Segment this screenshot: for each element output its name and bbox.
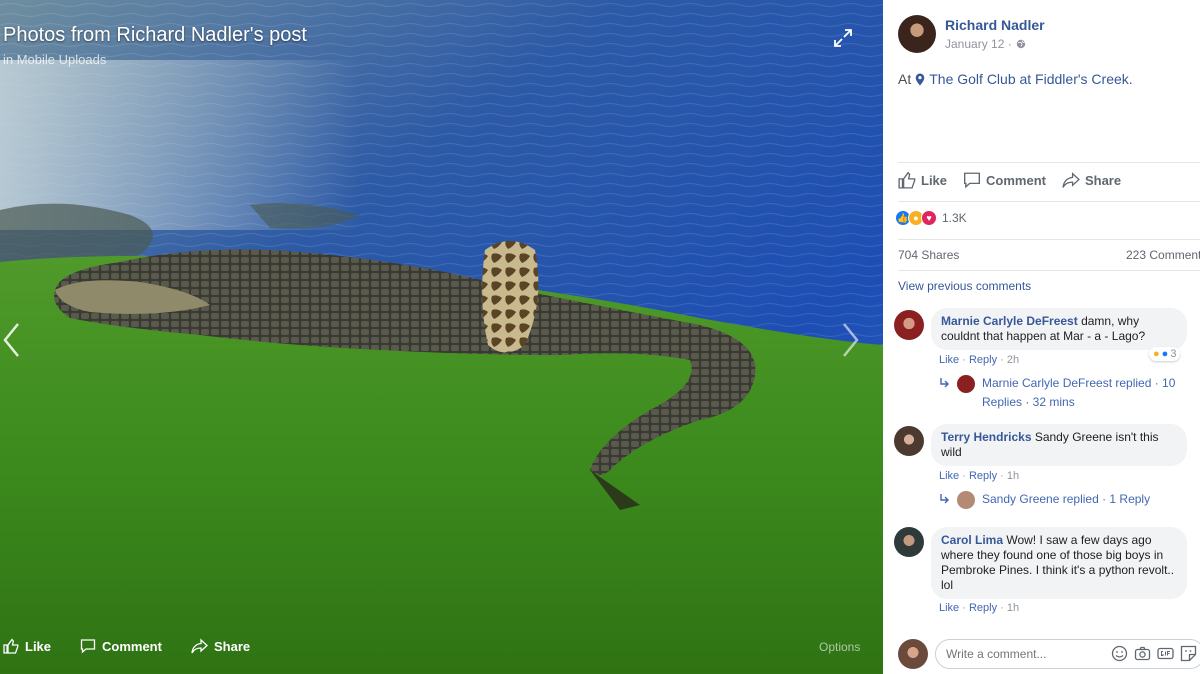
replier-avatar bbox=[957, 491, 975, 509]
reaction-count: 1.3K bbox=[942, 211, 967, 225]
comment-time[interactable]: 1h bbox=[1007, 602, 1019, 614]
commenter-avatar[interactable] bbox=[894, 310, 924, 340]
thumbs-up-icon bbox=[3, 638, 19, 654]
author-avatar[interactable] bbox=[898, 15, 936, 53]
like-reaction-icon: ● bbox=[1161, 348, 1169, 360]
divider bbox=[898, 239, 1200, 240]
view-replies-link[interactable]: Marnie Carlyle DeFreest replied · 10 Rep… bbox=[939, 374, 1179, 414]
comment-label: Comment bbox=[986, 172, 1046, 188]
comment-time[interactable]: 1h bbox=[1007, 470, 1019, 482]
location-link[interactable]: The Golf Club at Fiddler's Creek. bbox=[929, 71, 1132, 87]
post-action-bar: Like Comment Share bbox=[898, 171, 1137, 189]
love-reaction-icon: ♥ bbox=[921, 210, 937, 226]
comment-meta: Like · Reply · 2h bbox=[939, 354, 1020, 366]
location-prefix: At bbox=[898, 71, 912, 87]
post-timestamp: January 12 · bbox=[945, 37, 1026, 51]
viewer-share-label: Share bbox=[214, 638, 251, 654]
current-user-avatar bbox=[898, 639, 928, 669]
post-location: At The Golf Club at Fiddler's Creek. bbox=[898, 71, 1133, 87]
photo-alligator-with-python bbox=[0, 0, 883, 674]
comment-bubble: Marnie Carlyle DeFreest damn, why couldn… bbox=[931, 308, 1187, 350]
like-label: Like bbox=[921, 172, 948, 188]
divider bbox=[898, 162, 1200, 163]
emoji-icon[interactable] bbox=[1111, 645, 1128, 662]
commenter-avatar[interactable] bbox=[894, 527, 924, 557]
comment-button[interactable]: Comment bbox=[963, 171, 1046, 189]
comment-bubble: Terry Hendricks Sandy Greene isn't this … bbox=[931, 424, 1187, 466]
haha-reaction-icon: ● bbox=[1153, 348, 1160, 360]
post-panel: Richard Nadler January 12 · At The Golf … bbox=[883, 0, 1200, 674]
comments-count[interactable]: 223 Comments bbox=[1126, 248, 1200, 262]
reply-arrow-icon bbox=[940, 378, 949, 388]
thumbs-up-icon bbox=[898, 171, 916, 189]
comment-reply-link[interactable]: Reply bbox=[969, 470, 997, 482]
viewer-options-link[interactable]: Options bbox=[819, 640, 860, 654]
album-link[interactable]: in Mobile Uploads bbox=[3, 52, 106, 67]
reply-summary: Marnie Carlyle DeFreest replied · 10 Rep… bbox=[982, 376, 1176, 409]
viewer-like-label: Like bbox=[25, 638, 52, 654]
comment-meta: Like · Reply · 1h bbox=[939, 470, 1020, 482]
gif-icon[interactable] bbox=[1157, 645, 1174, 662]
globe-icon[interactable] bbox=[1016, 39, 1026, 49]
like-button[interactable]: Like bbox=[898, 171, 947, 189]
commenter-name[interactable]: Marnie Carlyle DeFreest bbox=[941, 314, 1078, 328]
author-name[interactable]: Richard Nadler bbox=[945, 17, 1045, 33]
comment-time[interactable]: 2h bbox=[1007, 354, 1019, 366]
expand-icon[interactable] bbox=[832, 27, 854, 49]
comment-reaction-count: 3 bbox=[1170, 348, 1177, 360]
view-previous-comments-link[interactable]: View previous comments bbox=[898, 279, 1031, 293]
comment-composer bbox=[883, 631, 1200, 674]
composer-icons bbox=[1111, 645, 1197, 662]
share-button[interactable]: Share bbox=[1062, 171, 1121, 189]
commenter-avatar[interactable] bbox=[894, 426, 924, 456]
comment-like-link[interactable]: Like bbox=[939, 470, 959, 482]
sticker-icon[interactable] bbox=[1180, 645, 1197, 662]
reaction-summary[interactable]: 👍 ● ♥ 1.3K bbox=[895, 210, 967, 226]
comment-meta: Like · Reply · 1h bbox=[939, 602, 1020, 614]
comment-icon bbox=[964, 172, 981, 189]
share-label: Share bbox=[1084, 172, 1122, 188]
camera-icon[interactable] bbox=[1134, 645, 1151, 662]
reply-arrow-icon bbox=[940, 494, 949, 504]
viewer-comment-label: Comment bbox=[102, 638, 162, 654]
view-replies-link[interactable]: Sandy Greene replied · 1 Reply bbox=[939, 490, 1179, 510]
comment-bubble: Carol Lima Wow! I saw a few days ago whe… bbox=[931, 527, 1187, 599]
comment-like-link[interactable]: Like bbox=[939, 354, 959, 366]
comment-like-link[interactable]: Like bbox=[939, 602, 959, 614]
divider bbox=[898, 270, 1200, 271]
post-date-text[interactable]: January 12 · bbox=[945, 37, 1012, 51]
shares-count[interactable]: 704 Shares bbox=[898, 248, 959, 262]
comment-reply-link[interactable]: Reply bbox=[969, 602, 997, 614]
previous-photo-arrow[interactable] bbox=[0, 320, 24, 360]
viewer-title: Photos from Richard Nadler's post bbox=[3, 24, 307, 46]
comment-reactions[interactable]: ● ● 3 bbox=[1149, 347, 1181, 361]
comment-icon bbox=[80, 639, 96, 654]
comment-reply-link[interactable]: Reply bbox=[969, 354, 997, 366]
reply-summary: Sandy Greene replied · 1 Reply bbox=[982, 492, 1151, 506]
viewer-share-button[interactable]: Share bbox=[191, 638, 250, 654]
viewer-comment-button[interactable]: Comment bbox=[80, 638, 162, 654]
replier-avatar bbox=[957, 375, 975, 393]
commenter-name[interactable]: Terry Hendricks bbox=[941, 430, 1032, 444]
divider bbox=[898, 201, 1200, 202]
photo-viewer: Photos from Richard Nadler's post in Mob… bbox=[0, 0, 883, 674]
viewer-like-button[interactable]: Like bbox=[3, 638, 51, 654]
next-photo-arrow[interactable] bbox=[838, 320, 862, 360]
share-icon bbox=[1062, 172, 1080, 188]
share-icon bbox=[191, 638, 208, 654]
map-pin-icon bbox=[915, 73, 925, 85]
viewer-action-bar: Like Comment Share Options bbox=[0, 630, 883, 666]
commenter-name[interactable]: Carol Lima bbox=[941, 533, 1003, 547]
